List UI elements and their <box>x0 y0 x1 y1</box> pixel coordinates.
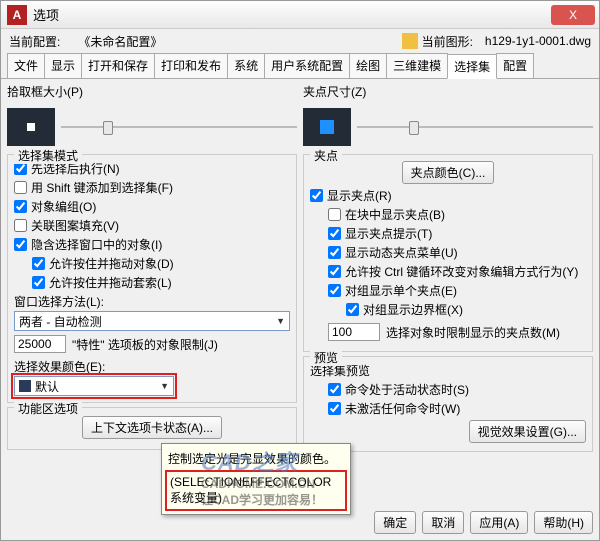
context-tab-states-button[interactable]: 上下文选项卡状态(A)... <box>82 416 222 439</box>
tab-file[interactable]: 文件 <box>7 53 45 78</box>
close-button[interactable]: X <box>551 5 595 25</box>
property-limit-input[interactable] <box>14 335 66 353</box>
app-icon: A <box>7 5 27 25</box>
chk-object-group[interactable]: 对象编组(O) <box>14 197 290 216</box>
effect-color-label: 选择效果颜色(E): <box>14 357 290 376</box>
window-title: 选项 <box>33 5 59 24</box>
chk-no-cmd[interactable]: 未激活任何命令时(W) <box>328 399 586 418</box>
current-profile-value: 《未命名配置》 <box>78 33 162 50</box>
pickbox-preview <box>7 108 55 146</box>
chk-implied-window[interactable]: 隐含选择窗口中的对象(I) <box>14 235 290 254</box>
window-method-select[interactable]: 两者 - 自动检测▼ <box>14 311 290 331</box>
chk-shift-add[interactable]: 用 Shift 键添加到选择集(F) <box>14 178 290 197</box>
tab-profiles[interactable]: 配置 <box>496 53 534 78</box>
window-method-label: 窗口选择方法(L): <box>14 292 290 311</box>
grip-preview <box>303 108 351 146</box>
chk-group-bbox[interactable]: 对组显示边界框(X) <box>346 300 586 319</box>
ribbon-options-title: 功能区选项 <box>14 400 82 417</box>
selection-mode-title: 选择集模式 <box>14 147 82 164</box>
chk-active-cmd[interactable]: 命令处于活动状态时(S) <box>328 380 586 399</box>
chk-assoc-hatch[interactable]: 关联图案填充(V) <box>14 216 290 235</box>
grip-color-button[interactable]: 夹点颜色(C)... <box>402 161 495 184</box>
tab-display[interactable]: 显示 <box>44 53 82 78</box>
pickbox-slider[interactable] <box>61 118 297 136</box>
tab-bar: 文件 显示 打开和保存 打印和发布 系统 用户系统配置 绘图 三维建模 选择集 … <box>1 53 599 79</box>
ok-button[interactable]: 确定 <box>374 511 416 534</box>
tab-userprefs[interactable]: 用户系统配置 <box>264 53 350 78</box>
chk-grip-tips[interactable]: 显示夹点提示(T) <box>328 224 586 243</box>
cancel-button[interactable]: 取消 <box>422 511 464 534</box>
apply-button[interactable]: 应用(A) <box>470 511 528 534</box>
current-profile-label: 当前配置: <box>9 33 60 50</box>
tab-3dmodel[interactable]: 三维建模 <box>386 53 448 78</box>
visual-effect-button[interactable]: 视觉效果设置(G)... <box>469 420 586 443</box>
tab-plot[interactable]: 打印和发布 <box>154 53 228 78</box>
tab-opensave[interactable]: 打开和保存 <box>81 53 155 78</box>
current-drawing-value: h129-1y1-0001.dwg <box>485 34 591 48</box>
chk-show-grips[interactable]: 显示夹点(R) <box>310 186 586 205</box>
chk-dynamic-menu[interactable]: 显示动态夹点菜单(U) <box>328 243 586 262</box>
tab-drafting[interactable]: 绘图 <box>349 53 387 78</box>
grip-limit-input[interactable] <box>328 323 380 341</box>
pickbox-size-label: 拾取框大小(P) <box>7 83 297 100</box>
chk-ctrl-cycle[interactable]: 允许按 Ctrl 键循环改变对象编辑方式行为(Y) <box>328 262 586 281</box>
tooltip: 控制选定光是完显效果的颜色。 (SELECTIONEFFECTCOLOR 系统变… <box>161 443 351 515</box>
current-drawing-label: 当前图形: <box>422 33 473 50</box>
preview-title: 预览 <box>310 349 342 366</box>
tooltip-line1: 控制选定光是完显效果的颜色。 <box>168 450 344 467</box>
chk-grips-in-blocks[interactable]: 在块中显示夹点(B) <box>328 205 586 224</box>
chk-drag-lasso[interactable]: 允许按住并拖动套索(L) <box>32 273 290 292</box>
chk-drag-object[interactable]: 允许按住并拖动对象(D) <box>32 254 290 273</box>
gripsize-label: 夹点尺寸(Z) <box>303 83 593 100</box>
tab-system[interactable]: 系统 <box>227 53 265 78</box>
grip-title: 夹点 <box>310 147 342 164</box>
tab-selection[interactable]: 选择集 <box>447 54 497 79</box>
help-button[interactable]: 帮助(H) <box>534 511 593 534</box>
preview-subtitle: 选择集预览 <box>310 361 586 380</box>
effect-color-select[interactable]: 默认 ▼ <box>14 376 174 396</box>
gripsize-slider[interactable] <box>357 118 593 136</box>
chevron-down-icon: ▼ <box>160 381 169 391</box>
grip-limit-label: 选择对象时限制显示的夹点数(M) <box>386 324 560 341</box>
tooltip-line2: (SELECTIONEFFECTCOLOR 系统变量) <box>168 473 344 508</box>
chk-group-single-grip[interactable]: 对组显示单个夹点(E) <box>328 281 586 300</box>
chevron-down-icon: ▼ <box>276 316 285 326</box>
drawing-icon <box>402 33 418 49</box>
property-limit-label: "特性" 选项板的对象限制(J) <box>72 336 218 353</box>
